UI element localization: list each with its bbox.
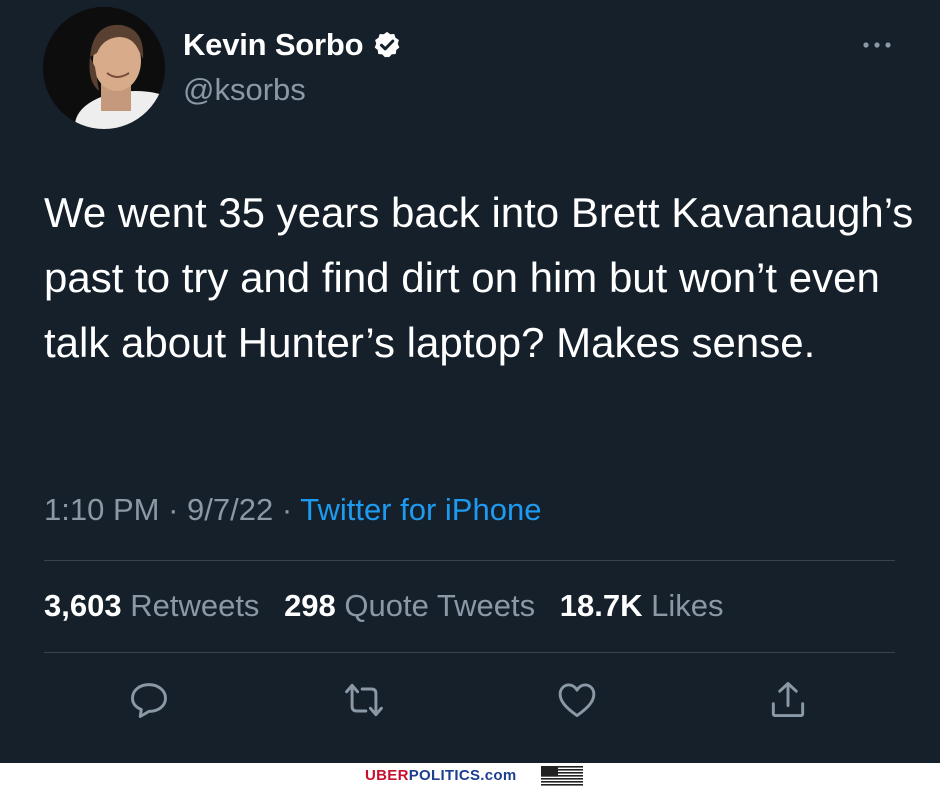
heart-icon[interactable] xyxy=(555,678,599,722)
engagement-stats: 3,603 Retweets 298 Quote Tweets 18.7K Li… xyxy=(44,588,724,624)
likes-count: 18.7K xyxy=(559,588,643,623)
action-bar xyxy=(0,678,940,728)
watermark-bar: UBERPOLITICS.com xyxy=(0,763,940,789)
watermark-brand[interactable]: UBERPOLITICS.com xyxy=(365,767,516,784)
quote-tweets-count: 298 xyxy=(284,588,336,623)
tweet-date[interactable]: 9/7/22 xyxy=(187,492,273,527)
tweet-time[interactable]: 1:10 PM xyxy=(44,492,159,527)
likes-label: Likes xyxy=(651,588,724,623)
quote-tweets-label: Quote Tweets xyxy=(344,588,536,623)
tweet-text: We went 35 years back into Brett Kavanau… xyxy=(44,189,914,366)
retweet-icon[interactable] xyxy=(342,678,386,722)
retweets-label: Retweets xyxy=(130,588,260,623)
tweet-source-link[interactable]: Twitter for iPhone xyxy=(300,492,541,527)
divider xyxy=(44,652,895,653)
user-handle[interactable]: @ksorbs xyxy=(183,72,306,108)
meta-separator: · xyxy=(159,492,188,527)
retweets-stat[interactable]: 3,603 Retweets xyxy=(44,588,259,623)
meta-separator: · xyxy=(273,492,301,527)
retweets-count: 3,603 xyxy=(44,588,122,623)
tweet-metadata: 1:10 PM · 9/7/22 · Twitter for iPhone xyxy=(44,492,541,528)
verified-badge-icon xyxy=(372,30,402,60)
us-flag-icon xyxy=(541,766,583,786)
quote-tweets-stat[interactable]: 298 Quote Tweets xyxy=(284,588,535,623)
watermark-brand-part1: UBER xyxy=(365,767,409,784)
likes-stat[interactable]: 18.7K Likes xyxy=(560,588,724,623)
more-options-icon[interactable] xyxy=(860,30,894,60)
avatar[interactable] xyxy=(43,7,165,129)
watermark-brand-part2: POLITICS.com xyxy=(408,767,517,784)
share-icon[interactable] xyxy=(766,678,810,722)
tweet-card: Kevin Sorbo @ksorbs We went 35 years bac… xyxy=(0,0,940,763)
reply-icon[interactable] xyxy=(127,678,171,722)
divider xyxy=(44,560,895,561)
display-name[interactable]: Kevin Sorbo xyxy=(183,27,364,63)
